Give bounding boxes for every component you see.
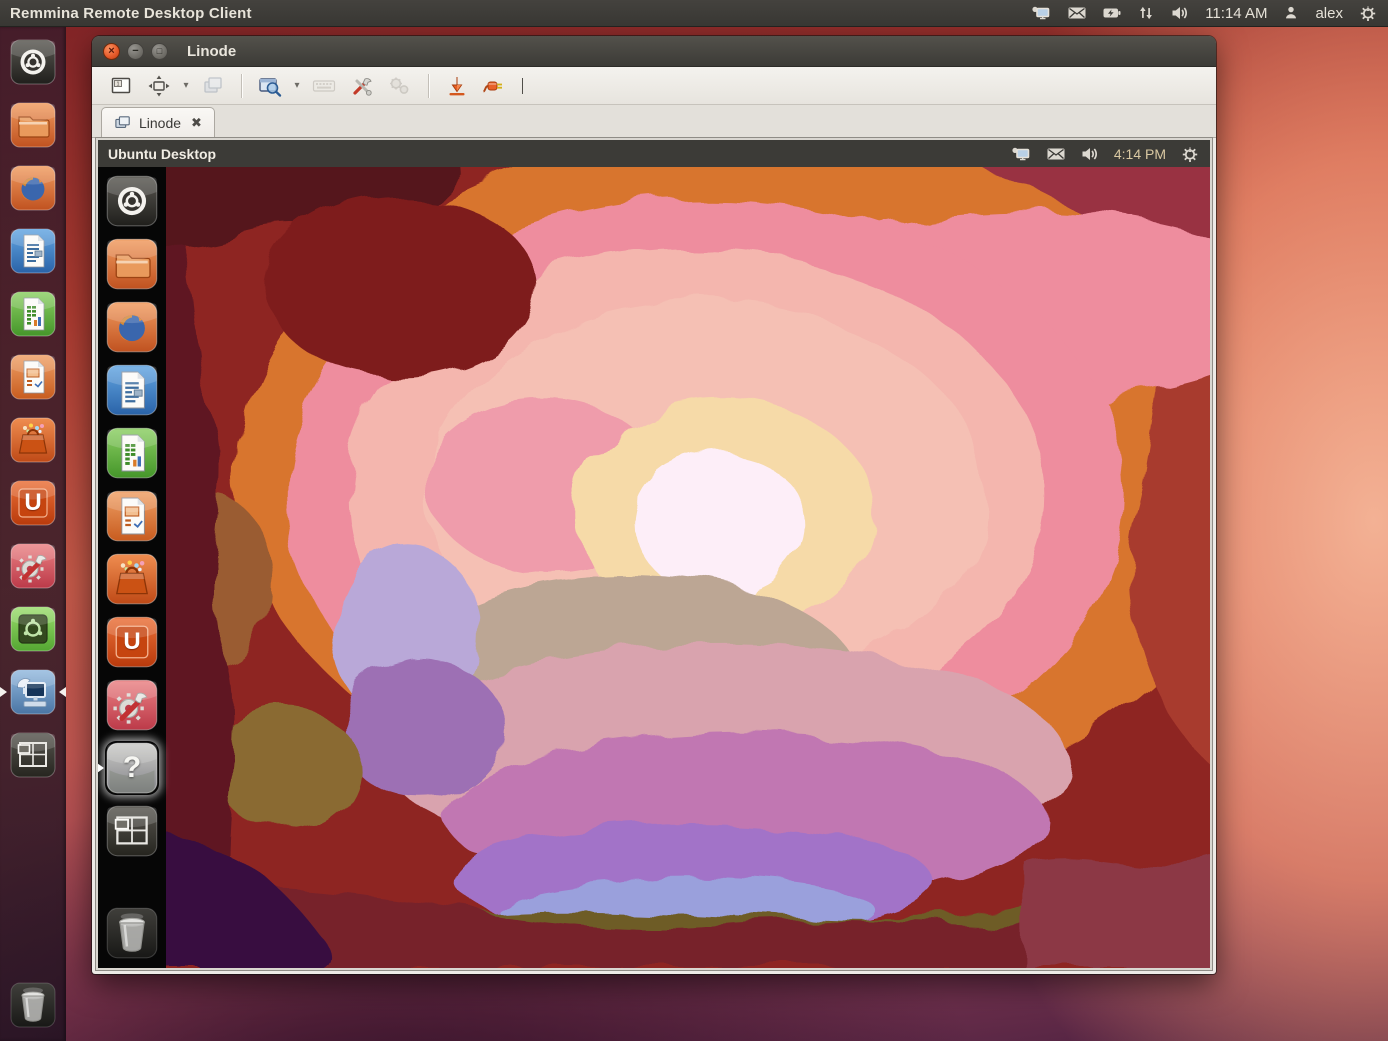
toolbar-minimize-to-tray-button[interactable] xyxy=(440,71,474,100)
volume-icon[interactable] xyxy=(1170,3,1190,23)
panel-clock[interactable]: 11:14 AM xyxy=(1205,5,1267,22)
launcher-item-remmina[interactable] xyxy=(9,668,57,716)
toolbar-scaled-mode-button[interactable] xyxy=(253,71,287,100)
scaled-mode-dropdown-caret[interactable]: ▾ xyxy=(291,80,303,91)
remote-desktop-indicator-icon[interactable] xyxy=(1010,144,1032,164)
toolbar-fit-window-button[interactable] xyxy=(142,71,176,100)
scaled-mode-icon xyxy=(257,74,283,98)
session-gear-icon[interactable] xyxy=(1358,3,1378,23)
remote-launcher-item-firefox[interactable] xyxy=(105,300,159,354)
battery-icon[interactable] xyxy=(1102,3,1122,23)
mail-envelope-icon[interactable] xyxy=(1067,3,1087,23)
remote-unity-launcher: U ? xyxy=(98,167,166,968)
running-indicator-arrow xyxy=(0,687,7,697)
launcher-item-calc[interactable] xyxy=(9,290,57,338)
tab-close-icon[interactable]: ✖ xyxy=(191,115,202,131)
close-icon: × xyxy=(108,46,114,57)
tools-icon xyxy=(350,74,374,98)
connection-tabbar: Linode ✖ xyxy=(92,105,1216,138)
remote-session-viewport[interactable]: Ubuntu Desktop 4:14 PM xyxy=(96,138,1212,970)
remote-launcher-item-impress[interactable] xyxy=(105,489,159,543)
remote-panel-tray: 4:14 PM xyxy=(1010,144,1200,164)
launcher-item-trash[interactable] xyxy=(9,981,57,1029)
disconnect-plug-icon xyxy=(482,74,508,98)
remote-launcher-item-workspace-switcher[interactable] xyxy=(105,804,159,858)
launcher-item-software-updater[interactable] xyxy=(9,605,57,653)
toolbar-duplicate-button xyxy=(196,71,230,100)
panel-app-title: Remmina Remote Desktop Client xyxy=(10,5,252,22)
tab-label: Linode xyxy=(139,115,181,131)
remmina-window: × − □ Linode 1 ▾ ▾ xyxy=(92,36,1216,974)
launcher-item-system-settings[interactable] xyxy=(9,542,57,590)
remote-launcher-item-software-center[interactable] xyxy=(105,552,159,606)
window-close-button[interactable]: × xyxy=(103,43,120,60)
toolbar-text-cursor xyxy=(522,78,523,94)
launcher-item-writer[interactable] xyxy=(9,227,57,275)
keyboard-icon xyxy=(311,74,337,98)
minimize-icon: − xyxy=(132,46,138,57)
tab-linode[interactable]: Linode ✖ xyxy=(101,107,215,137)
remote-top-panel: Ubuntu Desktop 4:14 PM xyxy=(98,140,1210,167)
mail-envelope-icon[interactable] xyxy=(1046,144,1066,164)
window-minimize-button[interactable]: − xyxy=(127,43,144,60)
remote-desktop-indicator-icon[interactable] xyxy=(1030,3,1052,23)
remote-launcher-item-help[interactable]: ? xyxy=(105,741,159,795)
gears-icon xyxy=(387,74,413,98)
launcher-item-firefox[interactable] xyxy=(9,164,57,212)
tray-arrow-icon xyxy=(445,74,469,98)
fit-window-icon xyxy=(147,74,171,98)
launcher-item-dash[interactable] xyxy=(9,38,57,86)
panel-username[interactable]: alex xyxy=(1315,5,1343,22)
toolbar-grab-keyboard-button xyxy=(307,71,341,100)
window-title: Linode xyxy=(187,43,236,60)
toolbar-separator xyxy=(428,74,429,98)
launcher-item-home-folder[interactable] xyxy=(9,101,57,149)
fit-window-dropdown-caret[interactable]: ▾ xyxy=(180,80,192,91)
volume-icon[interactable] xyxy=(1080,144,1100,164)
launcher-item-ubuntu-one[interactable]: U xyxy=(9,479,57,527)
remote-menubar-label: Ubuntu Desktop xyxy=(108,146,216,162)
launcher-item-impress[interactable] xyxy=(9,353,57,401)
launcher-item-software-center[interactable] xyxy=(9,416,57,464)
screen: Remmina Remote Desktop Client 11:14 AM a… xyxy=(0,0,1388,1041)
toolbar-tools-button[interactable] xyxy=(345,71,379,100)
toolbar-settings-button xyxy=(383,71,417,100)
window-titlebar[interactable]: × − □ Linode xyxy=(92,36,1216,67)
top-panel: Remmina Remote Desktop Client 11:14 AM a… xyxy=(0,0,1388,27)
fullscreen-icon: 1 xyxy=(109,74,133,98)
remote-desktop: U ? xyxy=(98,167,1210,968)
unity-launcher: U xyxy=(0,27,66,1041)
toolbar-fullscreen-button[interactable]: 1 xyxy=(104,71,138,100)
remote-wallpaper xyxy=(166,167,1210,968)
launcher-item-workspace-switcher[interactable] xyxy=(9,731,57,779)
remote-launcher-item-dash[interactable] xyxy=(105,174,159,228)
svg-text:1: 1 xyxy=(116,81,119,87)
toolbar-separator xyxy=(241,74,242,98)
remote-launcher-item-trash[interactable] xyxy=(105,906,159,960)
remote-clock[interactable]: 4:14 PM xyxy=(1114,146,1166,162)
user-icon[interactable] xyxy=(1282,3,1300,23)
tab-connection-icon xyxy=(114,115,132,131)
window-maximize-button[interactable]: □ xyxy=(151,43,168,60)
remote-launcher-item-calc[interactable] xyxy=(105,426,159,480)
remote-focused-indicator-arrow xyxy=(97,763,104,773)
session-gear-icon[interactable] xyxy=(1180,144,1200,164)
remote-launcher-item-writer[interactable] xyxy=(105,363,159,417)
remote-launcher-item-system-settings[interactable] xyxy=(105,678,159,732)
panel-tray: 11:14 AM alex xyxy=(1030,3,1378,23)
remote-launcher-item-home-folder[interactable] xyxy=(105,237,159,291)
remote-launcher-item-ubuntu-one[interactable]: U xyxy=(105,615,159,669)
focused-indicator-arrow xyxy=(59,687,66,697)
toolbar-disconnect-button[interactable] xyxy=(478,71,512,100)
remmina-toolbar: 1 ▾ ▾ xyxy=(92,67,1216,105)
duplicate-icon xyxy=(201,74,225,98)
network-arrows-icon[interactable] xyxy=(1137,3,1155,23)
maximize-icon: □ xyxy=(157,47,162,56)
